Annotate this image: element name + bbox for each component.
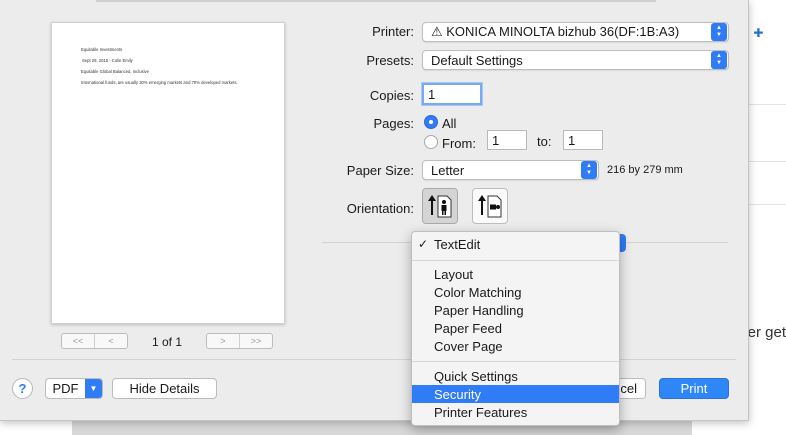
background-divider bbox=[748, 204, 786, 205]
menu-separator bbox=[412, 260, 619, 261]
bottom-divider bbox=[12, 359, 736, 360]
paper-dimensions: 216 by 279 mm bbox=[607, 164, 683, 176]
to-label: to: bbox=[537, 134, 552, 149]
portrait-icon bbox=[428, 195, 452, 218]
pager-forward: > >> bbox=[206, 333, 273, 349]
page-count: 1 of 1 bbox=[151, 335, 183, 349]
paper-size-value: Letter bbox=[431, 162, 465, 178]
menu-item-label: Quick Settings bbox=[434, 368, 518, 384]
printer-popup[interactable]: ⚠ KONICA MINOLTA bizhub 36(DF:1B:A3) ▲ ▼ bbox=[422, 22, 729, 42]
menu-item-label: Layout bbox=[434, 266, 474, 282]
updown-arrows-icon: ▲ ▼ bbox=[711, 23, 727, 41]
preview-line: Sept 29, 2015 - Colin Emily bbox=[82, 58, 133, 63]
menu-item-textedit[interactable]: ✓ TextEdit bbox=[412, 235, 619, 253]
paper-size-label: Paper Size: bbox=[346, 163, 414, 178]
preview-line: Equitable Global Balanced, Inclusive bbox=[81, 69, 149, 74]
menu-item-cover-page[interactable]: Cover Page bbox=[412, 337, 619, 355]
background-divider bbox=[748, 161, 786, 162]
menu-item-label: Paper Feed bbox=[434, 320, 502, 336]
from-page-field[interactable]: 1 bbox=[487, 130, 527, 150]
updown-arrows-icon: ▲ ▼ bbox=[711, 51, 727, 69]
pages-from-label: From: bbox=[442, 136, 476, 151]
presets-label: Presets: bbox=[366, 53, 414, 68]
orientation-label: Orientation: bbox=[346, 201, 414, 216]
to-page-field[interactable]: 1 bbox=[563, 130, 603, 150]
pages-all-radio[interactable] bbox=[424, 115, 438, 129]
landscape-icon bbox=[478, 195, 502, 218]
menu-item-label: Cover Page bbox=[434, 338, 503, 354]
menu-item-paper-feed[interactable]: Paper Feed bbox=[412, 319, 619, 337]
pages-from-radio[interactable] bbox=[424, 135, 438, 149]
preview-line: Equitable Investments bbox=[81, 47, 123, 52]
landscape-orientation-button[interactable] bbox=[472, 188, 508, 224]
menu-item-color-matching[interactable]: Color Matching bbox=[412, 283, 619, 301]
menu-item-label: Paper Handling bbox=[434, 302, 524, 318]
menu-item-quick-settings[interactable]: Quick Settings bbox=[412, 367, 619, 385]
background-divider bbox=[748, 104, 786, 105]
hide-details-button[interactable]: Hide Details bbox=[112, 378, 217, 399]
pdf-menu-button[interactable]: PDF ▼ bbox=[45, 378, 103, 399]
printer-value: ⚠ KONICA MINOLTA bizhub 36(DF:1B:A3) bbox=[431, 24, 680, 39]
first-page-button[interactable]: << bbox=[62, 334, 94, 348]
pager-back: << < bbox=[61, 333, 128, 349]
print-button[interactable]: Print bbox=[659, 378, 729, 399]
help-button[interactable]: ? bbox=[12, 378, 33, 399]
print-preview-page: Equitable Investments Sept 29, 2015 - Co… bbox=[51, 22, 285, 324]
sheet-top-edge bbox=[96, 0, 656, 2]
menu-item-paper-handling[interactable]: Paper Handling bbox=[412, 301, 619, 319]
menu-item-label: Color Matching bbox=[434, 284, 522, 300]
menu-item-label: Printer Features bbox=[434, 404, 528, 420]
presets-value: Default Settings bbox=[431, 52, 523, 68]
chevron-down-icon: ▼ bbox=[85, 379, 102, 398]
copies-field[interactable]: 1 bbox=[422, 83, 482, 105]
pdf-label: PDF bbox=[52, 381, 79, 396]
application-settings-menu: ✓ TextEdit Layout Color Matching Paper H… bbox=[411, 231, 620, 426]
last-page-button[interactable]: >> bbox=[239, 334, 272, 348]
print-sheet: Equitable Investments Sept 29, 2015 - Co… bbox=[0, 0, 749, 421]
menu-item-layout[interactable]: Layout bbox=[412, 265, 619, 283]
next-page-button[interactable]: > bbox=[207, 334, 239, 348]
menu-separator bbox=[412, 361, 619, 362]
previous-page-button[interactable]: < bbox=[94, 334, 127, 348]
background-text: er get bbox=[747, 324, 786, 341]
grid-icon[interactable]: ✚ bbox=[753, 26, 763, 40]
copies-label: Copies: bbox=[369, 88, 414, 103]
checkmark-icon: ✓ bbox=[417, 237, 429, 251]
updown-arrows-icon: ▲ ▼ bbox=[581, 161, 597, 179]
menu-item-security[interactable]: Security bbox=[412, 385, 619, 403]
printer-label: Printer: bbox=[372, 24, 414, 39]
presets-popup[interactable]: Default Settings ▲ ▼ bbox=[422, 50, 729, 70]
menu-item-label: Security bbox=[434, 386, 481, 402]
preview-line: International funds, are usually 30% eme… bbox=[81, 80, 238, 85]
menu-item-printer-features[interactable]: Printer Features bbox=[412, 403, 619, 421]
pages-label: Pages: bbox=[373, 116, 414, 131]
menu-item-label: TextEdit bbox=[434, 236, 481, 252]
paper-size-popup[interactable]: Letter ▲ ▼ bbox=[422, 160, 599, 180]
portrait-orientation-button[interactable] bbox=[422, 188, 458, 224]
pages-all-label: All bbox=[442, 116, 457, 131]
